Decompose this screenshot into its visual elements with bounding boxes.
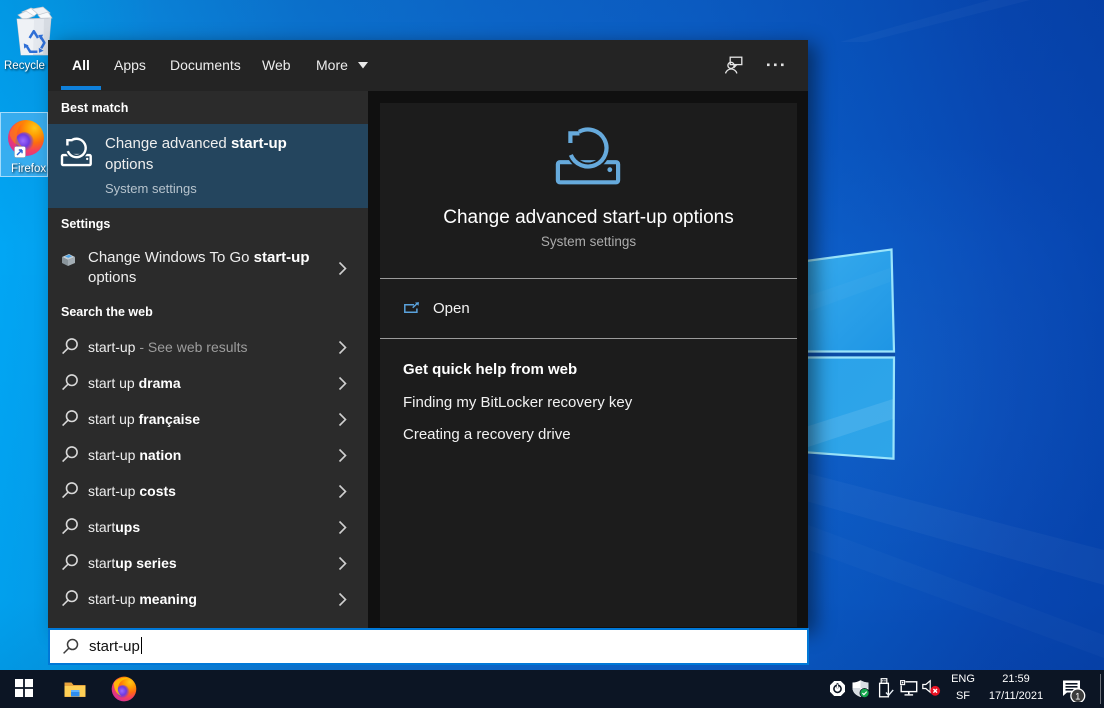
svg-text:1: 1 [1075, 691, 1080, 702]
